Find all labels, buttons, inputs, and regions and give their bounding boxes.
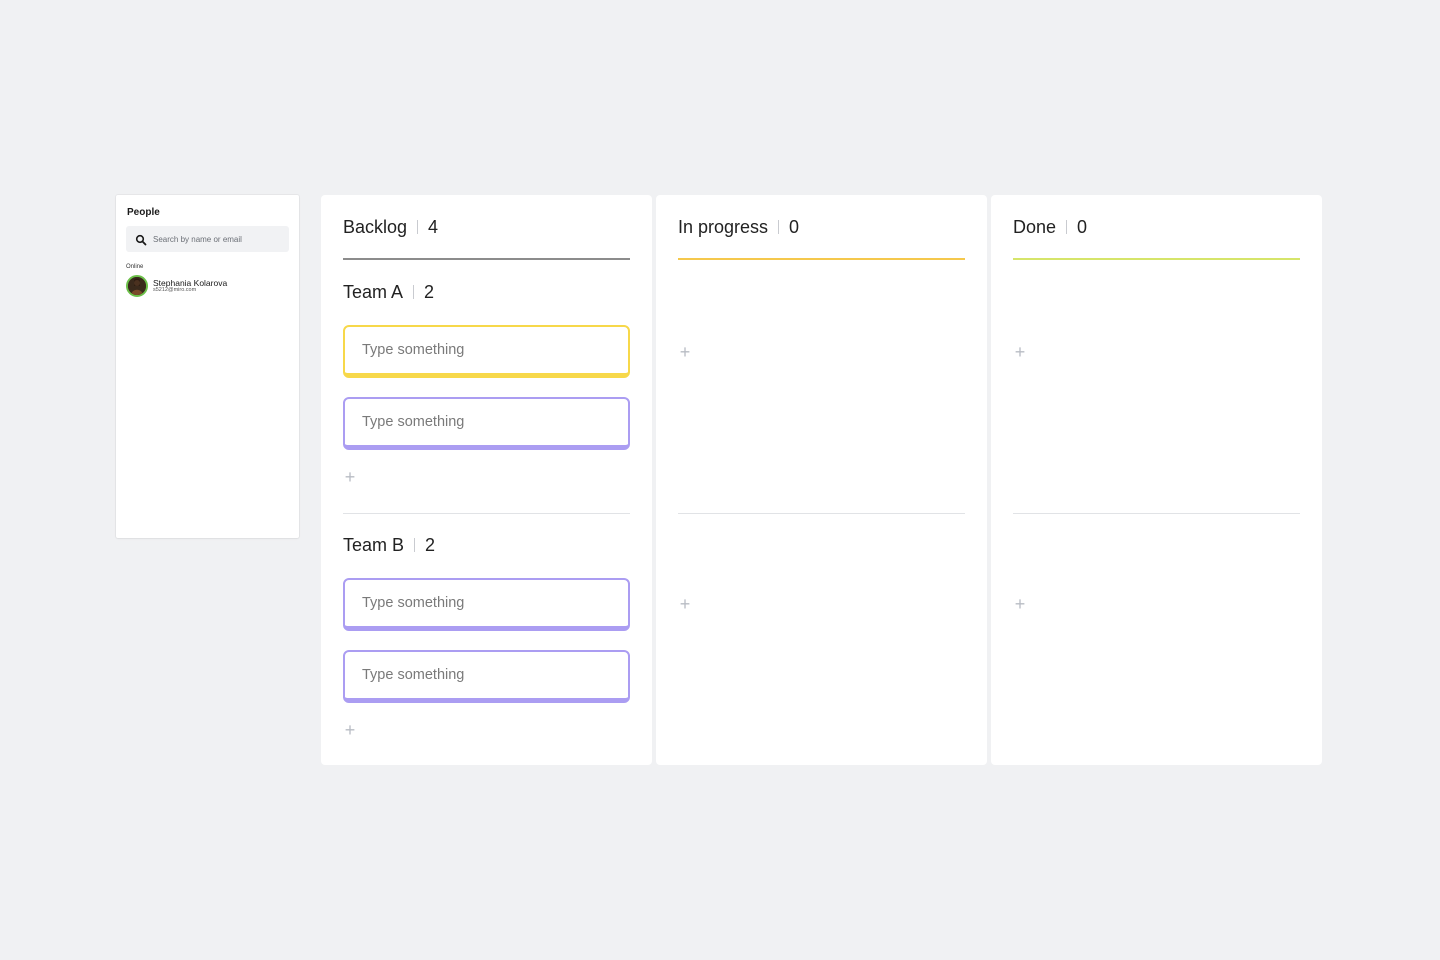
add-card-button[interactable]: + [343, 720, 357, 740]
user-row[interactable]: Stephania Kolarova s5212@miro.com [126, 275, 289, 297]
column-underline [343, 258, 630, 260]
column-backlog: Backlog 4 Team A 2 Type something Type s… [321, 195, 652, 765]
column-title: In progress [678, 216, 769, 237]
column-title: Done [1013, 216, 1057, 237]
plus-icon: + [344, 720, 356, 740]
card-text: Type something [362, 667, 465, 683]
plus-icon: + [1014, 342, 1026, 362]
user-name: Stephania Kolarova [153, 277, 228, 288]
header-separator [778, 220, 780, 234]
lane-count: 2 [425, 534, 436, 555]
add-card-button[interactable]: + [678, 342, 692, 362]
search-input[interactable] [153, 234, 280, 244]
column-done: Done 0 + + [991, 195, 1322, 765]
column-count: 4 [428, 216, 439, 237]
lane-divider [1013, 513, 1300, 514]
people-title: People [127, 207, 160, 218]
add-card-button[interactable]: + [1013, 342, 1027, 362]
card-text: Type something [362, 595, 465, 611]
card[interactable]: Type something [343, 325, 630, 378]
add-card-button[interactable]: + [343, 467, 357, 487]
card[interactable]: Type something [343, 397, 630, 450]
card[interactable]: Type something [343, 650, 630, 703]
column-underline [1013, 258, 1300, 260]
column-count: 0 [1077, 216, 1088, 237]
plus-icon: + [679, 342, 691, 362]
plus-icon: + [679, 594, 691, 614]
lane-count: 2 [424, 281, 435, 302]
lane-divider [343, 513, 630, 514]
column-title: Backlog [343, 216, 408, 237]
online-section-label: Online [126, 264, 144, 270]
card[interactable]: Type something [343, 578, 630, 631]
lane-name: Team A [343, 281, 404, 302]
header-separator [1066, 220, 1068, 234]
lane-name: Team B [343, 534, 405, 555]
plus-icon: + [344, 467, 356, 487]
column-header: Backlog 4 [343, 213, 438, 241]
column-underline [678, 258, 965, 260]
add-card-button[interactable]: + [678, 594, 692, 614]
column-header: Done 0 [1013, 213, 1087, 241]
header-separator [417, 220, 419, 234]
card-text: Type something [362, 414, 465, 430]
avatar [126, 275, 148, 297]
lane-separator [414, 538, 416, 552]
column-in-progress: In progress 0 + + [656, 195, 987, 765]
search-box[interactable] [126, 226, 289, 252]
user-email: s5212@miro.com [153, 287, 197, 293]
add-card-button[interactable]: + [1013, 594, 1027, 614]
people-panel: People Online Stephania Kolarova s5212@m… [116, 195, 299, 538]
card-text: Type something [362, 342, 465, 358]
lane-title-team-a: Team A 2 [343, 280, 434, 304]
lane-separator [413, 285, 415, 299]
lane-divider [678, 513, 965, 514]
lane-title-team-b: Team B 2 [343, 533, 435, 557]
column-count: 0 [789, 216, 800, 237]
plus-icon: + [1014, 594, 1026, 614]
search-icon [135, 233, 147, 246]
column-header: In progress 0 [678, 213, 799, 241]
